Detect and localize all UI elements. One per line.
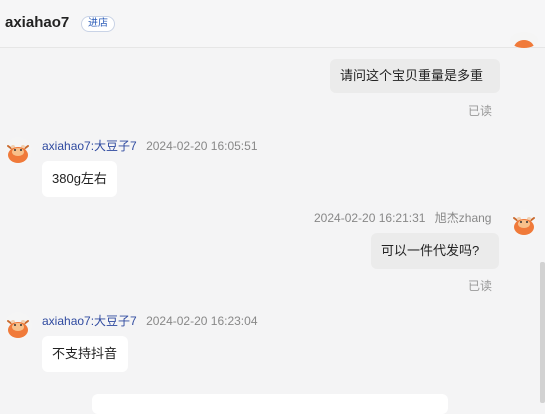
avatar-icon[interactable] xyxy=(4,312,32,340)
sender-name[interactable]: 旭杰zhang xyxy=(435,211,492,225)
message-input-area[interactable] xyxy=(92,394,448,414)
sender-name[interactable]: axiahao7:大豆子7 xyxy=(42,139,137,153)
message-meta: axiahao7:大豆子7 2024-02-20 16:05:51 xyxy=(42,137,258,154)
cow-avatar-icon xyxy=(4,312,32,340)
read-status: 已读 xyxy=(468,279,493,293)
message-meta: 2024-02-20 16:21:31 旭杰zhang xyxy=(314,209,491,226)
cow-avatar-icon xyxy=(510,32,538,48)
scrollbar-thumb[interactable] xyxy=(540,262,545,403)
cow-avatar-icon xyxy=(510,209,538,237)
message-timestamp: 2024-02-20 16:23:04 xyxy=(146,314,258,328)
message-bubble[interactable]: 不支持抖音 xyxy=(42,336,128,372)
cow-avatar-icon xyxy=(4,137,32,165)
avatar-icon[interactable] xyxy=(510,209,538,237)
message-meta: axiahao7:大豆子7 2024-02-20 16:23:04 xyxy=(42,312,258,329)
avatar-icon[interactable] xyxy=(510,32,538,48)
message-text: 不支持抖音 xyxy=(52,346,118,361)
avatar-icon[interactable] xyxy=(4,137,32,165)
message-bubble[interactable]: 可以一件代发吗? xyxy=(371,233,499,269)
message-timestamp: 2024-02-20 16:21:31 xyxy=(314,211,426,225)
sender-name[interactable]: axiahao7:大豆子7 xyxy=(42,314,137,328)
chat-header: axiahao7 进店 xyxy=(0,0,545,48)
enter-shop-button[interactable]: 进店 xyxy=(81,16,115,32)
read-status: 已读 xyxy=(468,104,493,118)
message-text: 380g左右 xyxy=(52,171,107,186)
message-bubble[interactable]: 380g左右 xyxy=(42,161,117,197)
message-text: 请问这个宝贝重量是多重 xyxy=(340,68,484,83)
shop-name[interactable]: axiahao7 xyxy=(5,14,69,31)
message-timestamp: 2024-02-20 16:05:51 xyxy=(146,139,258,153)
message-text: 可以一件代发吗? xyxy=(381,243,480,258)
message-bubble[interactable]: 请问这个宝贝重量是多重 xyxy=(330,59,500,93)
